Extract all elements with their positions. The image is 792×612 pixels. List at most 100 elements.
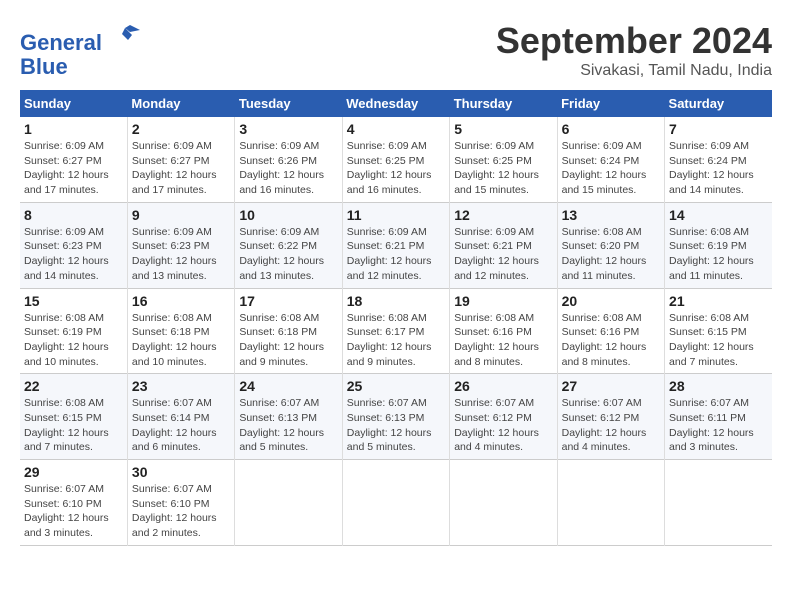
day-number: 10 [239, 207, 337, 223]
calendar-week-row: 8 Sunrise: 6:09 AMSunset: 6:23 PMDaylight… [20, 202, 772, 288]
day-detail: Sunrise: 6:07 AMSunset: 6:10 PMDaylight:… [132, 482, 230, 541]
day-detail: Sunrise: 6:09 AMSunset: 6:27 PMDaylight:… [132, 139, 230, 198]
day-number: 27 [562, 378, 660, 394]
calendar-cell: 26 Sunrise: 6:07 AMSunset: 6:12 PMDayligh… [450, 374, 557, 460]
day-number: 6 [562, 121, 660, 137]
calendar-cell: 23Sunrise: 6:07 AMSunset: 6:14 PMDayligh… [127, 374, 234, 460]
day-number: 13 [562, 207, 660, 223]
calendar-cell: 12 Sunrise: 6:09 AMSunset: 6:21 PMDayligh… [450, 202, 557, 288]
day-number: 17 [239, 293, 337, 309]
day-number: 29 [24, 464, 123, 480]
month-title: September 2024 [496, 20, 772, 62]
day-detail: Sunrise: 6:07 AMSunset: 6:13 PMDaylight:… [239, 396, 337, 455]
calendar-cell: 28Sunrise: 6:07 AMSunset: 6:11 PMDayligh… [665, 374, 772, 460]
calendar-cell: 15 Sunrise: 6:08 AMSunset: 6:19 PMDayligh… [20, 288, 127, 374]
logo-blue: Blue [20, 54, 68, 79]
day-detail: Sunrise: 6:08 AMSunset: 6:20 PMDaylight:… [562, 225, 660, 284]
calendar-cell: 9Sunrise: 6:09 AMSunset: 6:23 PMDaylight… [127, 202, 234, 288]
calendar-table: SundayMondayTuesdayWednesdayThursdayFrid… [20, 90, 772, 546]
day-number: 24 [239, 378, 337, 394]
location: Sivakasi, Tamil Nadu, India [496, 62, 772, 80]
calendar-cell: 6Sunrise: 6:09 AMSunset: 6:24 PMDaylight… [557, 117, 664, 202]
calendar-cell: 4 Sunrise: 6:09 AMSunset: 6:25 PMDaylight… [342, 117, 449, 202]
header-friday: Friday [557, 90, 664, 117]
calendar-cell: 3Sunrise: 6:09 AMSunset: 6:26 PMDaylight… [235, 117, 342, 202]
day-number: 14 [669, 207, 768, 223]
calendar-cell: 17 Sunrise: 6:08 AMSunset: 6:18 PMDayligh… [235, 288, 342, 374]
day-detail: Sunrise: 6:07 AMSunset: 6:12 PMDaylight:… [562, 396, 660, 455]
day-number: 2 [132, 121, 230, 137]
day-number: 20 [562, 293, 660, 309]
day-number: 5 [454, 121, 552, 137]
day-detail: Sunrise: 6:08 AMSunset: 6:17 PMDaylight:… [347, 311, 445, 370]
day-number: 15 [24, 293, 123, 309]
calendar-cell [235, 460, 342, 546]
day-detail: Sunrise: 6:08 AMSunset: 6:19 PMDaylight:… [669, 225, 768, 284]
header-monday: Monday [127, 90, 234, 117]
day-detail: Sunrise: 6:09 AMSunset: 6:27 PMDaylight:… [24, 139, 123, 198]
day-number: 8 [24, 207, 123, 223]
day-detail: Sunrise: 6:07 AMSunset: 6:13 PMDaylight:… [347, 396, 445, 455]
day-detail: Sunrise: 6:09 AMSunset: 6:21 PMDaylight:… [347, 225, 445, 284]
calendar-cell: 2 Sunrise: 6:09 AMSunset: 6:27 PMDaylight… [127, 117, 234, 202]
day-detail: Sunrise: 6:08 AMSunset: 6:18 PMDaylight:… [239, 311, 337, 370]
calendar-cell: 22 Sunrise: 6:08 AMSunset: 6:15 PMDayligh… [20, 374, 127, 460]
day-number: 19 [454, 293, 552, 309]
day-detail: Sunrise: 6:08 AMSunset: 6:19 PMDaylight:… [24, 311, 123, 370]
day-detail: Sunrise: 6:09 AMSunset: 6:21 PMDaylight:… [454, 225, 552, 284]
calendar-cell: 30 Sunrise: 6:07 AMSunset: 6:10 PMDayligh… [127, 460, 234, 546]
day-detail: Sunrise: 6:09 AMSunset: 6:23 PMDaylight:… [24, 225, 123, 284]
calendar-cell: 25 Sunrise: 6:07 AMSunset: 6:13 PMDayligh… [342, 374, 449, 460]
page-header: General Blue September 2024 Sivakasi, Ta… [20, 20, 772, 80]
day-number: 26 [454, 378, 552, 394]
day-number: 22 [24, 378, 123, 394]
day-detail: Sunrise: 6:09 AMSunset: 6:22 PMDaylight:… [239, 225, 337, 284]
header-saturday: Saturday [665, 90, 772, 117]
day-number: 1 [24, 121, 123, 137]
day-number: 16 [132, 293, 230, 309]
day-detail: Sunrise: 6:09 AMSunset: 6:25 PMDaylight:… [454, 139, 552, 198]
day-detail: Sunrise: 6:09 AMSunset: 6:25 PMDaylight:… [347, 139, 445, 198]
logo-bird-icon [110, 20, 140, 50]
calendar-week-row: 15 Sunrise: 6:08 AMSunset: 6:19 PMDayligh… [20, 288, 772, 374]
calendar-week-row: 1 Sunrise: 6:09 AMSunset: 6:27 PMDaylight… [20, 117, 772, 202]
day-number: 3 [239, 121, 337, 137]
calendar-cell: 11Sunrise: 6:09 AMSunset: 6:21 PMDayligh… [342, 202, 449, 288]
day-number: 28 [669, 378, 768, 394]
header-row: SundayMondayTuesdayWednesdayThursdayFrid… [20, 90, 772, 117]
header-sunday: Sunday [20, 90, 127, 117]
day-number: 25 [347, 378, 445, 394]
calendar-cell: 5 Sunrise: 6:09 AMSunset: 6:25 PMDaylight… [450, 117, 557, 202]
title-block: September 2024 Sivakasi, Tamil Nadu, Ind… [496, 20, 772, 80]
calendar-cell: 16 Sunrise: 6:08 AMSunset: 6:18 PMDayligh… [127, 288, 234, 374]
calendar-cell: 10 Sunrise: 6:09 AMSunset: 6:22 PMDayligh… [235, 202, 342, 288]
calendar-cell: 24 Sunrise: 6:07 AMSunset: 6:13 PMDayligh… [235, 374, 342, 460]
calendar-cell [342, 460, 449, 546]
calendar-cell: 29 Sunrise: 6:07 AMSunset: 6:10 PMDayligh… [20, 460, 127, 546]
header-tuesday: Tuesday [235, 90, 342, 117]
logo: General Blue [20, 20, 140, 79]
logo-general: General [20, 30, 102, 55]
day-number: 12 [454, 207, 552, 223]
day-number: 30 [132, 464, 230, 480]
day-detail: Sunrise: 6:07 AMSunset: 6:12 PMDaylight:… [454, 396, 552, 455]
day-detail: Sunrise: 6:08 AMSunset: 6:15 PMDaylight:… [24, 396, 123, 455]
calendar-week-row: 29 Sunrise: 6:07 AMSunset: 6:10 PMDayligh… [20, 460, 772, 546]
calendar-cell: 13 Sunrise: 6:08 AMSunset: 6:20 PMDayligh… [557, 202, 664, 288]
calendar-cell: 7Sunrise: 6:09 AMSunset: 6:24 PMDaylight… [665, 117, 772, 202]
calendar-cell [665, 460, 772, 546]
calendar-cell: 8 Sunrise: 6:09 AMSunset: 6:23 PMDaylight… [20, 202, 127, 288]
day-number: 18 [347, 293, 445, 309]
day-detail: Sunrise: 6:09 AMSunset: 6:23 PMDaylight:… [132, 225, 230, 284]
day-number: 21 [669, 293, 768, 309]
calendar-cell: 19Sunrise: 6:08 AMSunset: 6:16 PMDayligh… [450, 288, 557, 374]
day-detail: Sunrise: 6:08 AMSunset: 6:16 PMDaylight:… [562, 311, 660, 370]
day-number: 4 [347, 121, 445, 137]
day-detail: Sunrise: 6:07 AMSunset: 6:14 PMDaylight:… [132, 396, 230, 455]
day-detail: Sunrise: 6:08 AMSunset: 6:18 PMDaylight:… [132, 311, 230, 370]
calendar-week-row: 22 Sunrise: 6:08 AMSunset: 6:15 PMDayligh… [20, 374, 772, 460]
day-detail: Sunrise: 6:08 AMSunset: 6:15 PMDaylight:… [669, 311, 768, 370]
calendar-cell [450, 460, 557, 546]
day-detail: Sunrise: 6:09 AMSunset: 6:24 PMDaylight:… [669, 139, 768, 198]
day-detail: Sunrise: 6:07 AMSunset: 6:10 PMDaylight:… [24, 482, 123, 541]
